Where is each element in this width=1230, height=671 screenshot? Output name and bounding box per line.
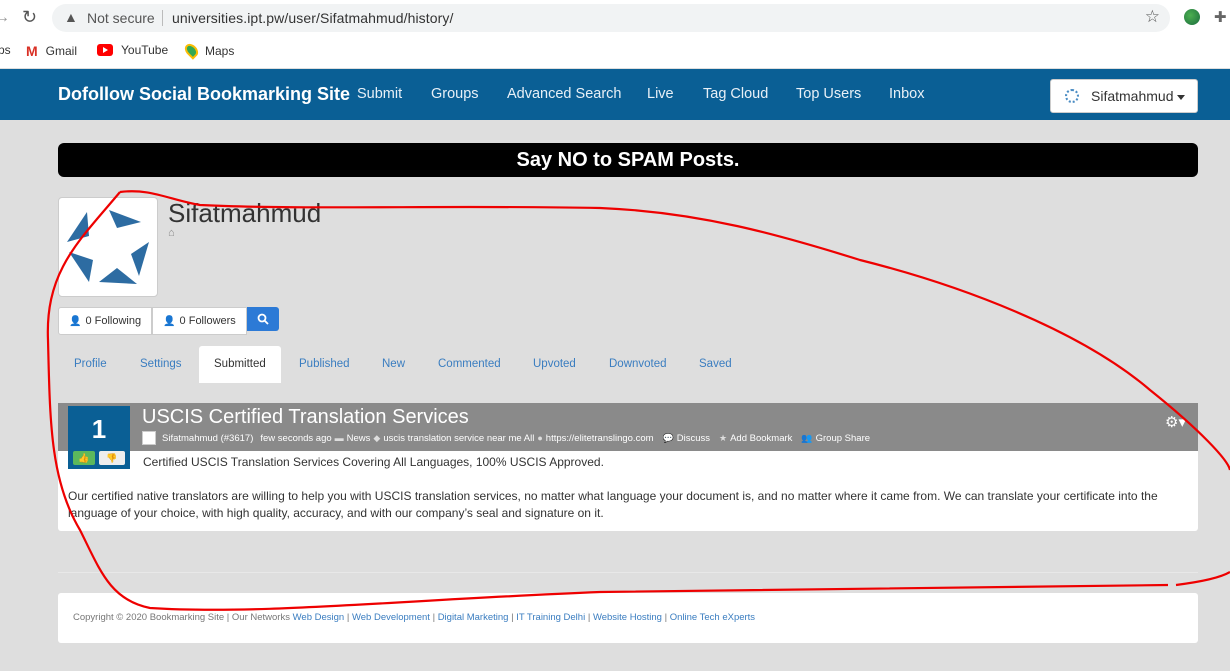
tag-icon: ◆	[373, 432, 381, 443]
story-tags[interactable]: uscis translation service near me All	[383, 433, 534, 444]
comment-icon: 💬	[662, 432, 674, 443]
tab-submitted[interactable]: Submitted	[199, 346, 281, 383]
tab-downvoted[interactable]: Downvoted	[594, 346, 682, 383]
user-name: Sifatmahmud	[1091, 88, 1174, 104]
footer-link-online-tech[interactable]: Online Tech eXperts	[670, 612, 755, 623]
followers-label: 0 Followers	[179, 315, 236, 327]
profile-avatar	[58, 197, 158, 297]
group-icon: 👥	[801, 432, 813, 443]
extensions-puzzle-icon[interactable]: ✚	[1214, 8, 1227, 26]
divider	[58, 572, 1198, 573]
story-title[interactable]: USCIS Certified Translation Services	[142, 406, 469, 429]
story-summary: Certified USCIS Translation Services Cov…	[143, 455, 604, 469]
bookmark-gmail[interactable]: M Gmail	[26, 43, 77, 59]
footer-link-it-training[interactable]: IT Training Delhi	[516, 612, 585, 623]
bookmark-label: Gmail	[45, 44, 78, 58]
bookmark-label: YouTube	[121, 43, 169, 57]
story-time: few seconds ago	[260, 432, 332, 444]
user-icon: 👤	[69, 315, 82, 327]
warning-icon[interactable]: ▲	[64, 9, 78, 25]
folder-icon: ▬	[334, 433, 344, 443]
story-body: Our certified native translators are wil…	[68, 489, 1158, 520]
site-brand[interactable]: Dofollow Social Bookmarking Site	[58, 84, 350, 105]
bookmark-apps[interactable]: ps	[0, 43, 11, 57]
youtube-icon	[97, 44, 113, 56]
following-label: 0 Following	[85, 315, 142, 327]
footer-link-web-design[interactable]: Web Design	[293, 612, 345, 623]
tab-commented[interactable]: Commented	[423, 346, 516, 383]
profile-search-button[interactable]	[246, 307, 279, 331]
caret-down-icon	[1177, 95, 1185, 100]
gear-icon[interactable]: ⚙▾	[1165, 413, 1186, 431]
footer-link-website-hosting[interactable]: Website Hosting	[593, 612, 662, 623]
banner-text: Say NO to SPAM Posts.	[516, 149, 740, 171]
browser-toolbar: → ↻ ▲ Not secure universities.ipt.pw/use…	[0, 0, 1230, 36]
star-icon: ★	[719, 432, 728, 443]
discuss-link[interactable]: Discuss	[677, 433, 710, 444]
user-icon: 👤	[163, 315, 176, 327]
nav-inbox[interactable]: Inbox	[889, 86, 924, 102]
author-avatar	[142, 431, 156, 445]
followers-button[interactable]: 👤 0 Followers	[152, 307, 247, 335]
footer-link-digital-marketing[interactable]: Digital Marketing	[438, 612, 509, 623]
extension-globe-icon[interactable]	[1184, 9, 1200, 25]
divider	[162, 10, 163, 26]
nav-tag-cloud[interactable]: Tag Cloud	[703, 86, 768, 102]
user-menu-button[interactable]: Sifatmahmud	[1050, 79, 1198, 113]
bookmark-youtube[interactable]: YouTube	[97, 43, 168, 57]
vote-box: 1 👍 👎	[68, 406, 130, 469]
home-icon[interactable]: ⌂	[168, 227, 175, 239]
gmail-icon: M	[26, 43, 38, 59]
tab-published[interactable]: Published	[284, 346, 365, 383]
reload-icon[interactable]: ↻	[22, 7, 37, 28]
profile-name: Sifatmahmud	[168, 198, 322, 228]
footer-link-web-development[interactable]: Web Development	[352, 612, 430, 623]
bookmark-star-icon[interactable]: ☆	[1145, 7, 1160, 27]
tab-settings[interactable]: Settings	[125, 346, 197, 383]
bookmark-maps[interactable]: Maps	[182, 41, 235, 60]
nav-submit[interactable]: Submit	[357, 86, 402, 102]
bookmark-label: Maps	[205, 43, 235, 58]
thumbs-down-icon[interactable]: 👎	[99, 451, 125, 465]
following-button[interactable]: 👤 0 Following	[58, 307, 153, 335]
forward-icon[interactable]: →	[0, 9, 10, 27]
story-category[interactable]: News	[347, 433, 371, 444]
thumbs-up-icon[interactable]: 👍	[73, 451, 95, 465]
globe-icon: ●	[537, 433, 543, 443]
address-bar[interactable]: ▲ Not secure universities.ipt.pw/user/Si…	[52, 4, 1170, 32]
maps-icon	[182, 41, 201, 60]
star-logo-icon	[67, 210, 149, 284]
story-link[interactable]: https://elitetranslingo.com	[546, 433, 654, 444]
tab-saved[interactable]: Saved	[684, 346, 747, 383]
search-icon	[257, 313, 269, 325]
site-navbar: Dofollow Social Bookmarking Site Submit …	[0, 69, 1230, 120]
url-text[interactable]: universities.ipt.pw/user/Sifatmahmud/his…	[172, 10, 454, 26]
copyright: Copyright © 2020 Bookmarking Site | Our …	[73, 612, 290, 623]
nav-groups[interactable]: Groups	[431, 86, 479, 102]
story-author[interactable]: Sifatmahmud (#3617)	[162, 433, 253, 444]
user-avatar-icon	[1065, 89, 1079, 103]
footer: Copyright © 2020 Bookmarking Site | Our …	[58, 593, 1198, 643]
spam-banner: Say NO to SPAM Posts.	[58, 143, 1198, 177]
nav-top-users[interactable]: Top Users	[796, 86, 861, 102]
story-header: USCIS Certified Translation Services Sif…	[58, 403, 1198, 451]
tab-profile[interactable]: Profile	[59, 346, 122, 383]
tab-upvoted[interactable]: Upvoted	[518, 346, 591, 383]
nav-advanced-search[interactable]: Advanced Search	[507, 86, 621, 102]
group-share-link[interactable]: Group Share	[816, 433, 870, 444]
story-meta: Sifatmahmud (#3617) few seconds ago ▬ Ne…	[142, 431, 870, 445]
tab-new[interactable]: New	[367, 346, 420, 383]
bookmarks-bar: ps M Gmail YouTube Maps	[0, 36, 1230, 68]
story-card: USCIS Certified Translation Services Sif…	[58, 403, 1198, 531]
vote-count: 1	[91, 414, 107, 444]
footer-text: Copyright © 2020 Bookmarking Site | Our …	[73, 612, 756, 623]
add-bookmark-link[interactable]: Add Bookmark	[730, 433, 792, 444]
security-label[interactable]: Not secure	[87, 10, 155, 26]
follow-controls: 👤 0 Following 👤 0 Followers	[58, 307, 279, 335]
nav-live[interactable]: Live	[647, 86, 674, 102]
